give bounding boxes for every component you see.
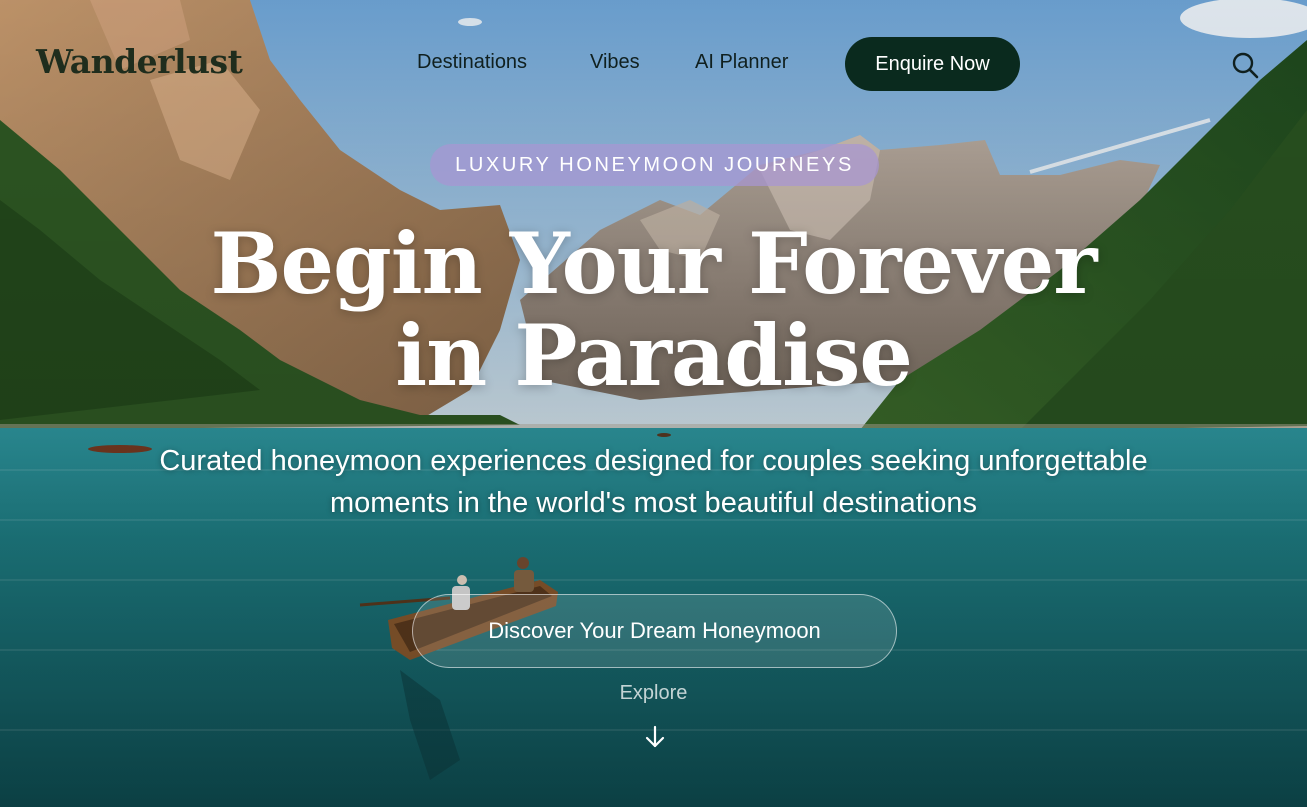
hero-section: Wanderlust Destinations Vibes AI Planner… (0, 0, 1307, 807)
hero-subtitle: Curated honeymoon experiences designed f… (159, 445, 1148, 519)
headline-line-2: in Paradise (395, 306, 913, 405)
search-button[interactable] (1228, 49, 1262, 83)
hero-headline: Begin Your Forever in Paradise (0, 218, 1307, 402)
site-header: Wanderlust Destinations Vibes AI Planner… (0, 0, 1307, 128)
nav-link-vibes[interactable]: Vibes (590, 51, 640, 74)
search-icon (1231, 51, 1259, 82)
main-nav: Destinations Vibes AI Planner Enquire No… (0, 37, 1307, 91)
explore-label[interactable]: Explore (0, 682, 1307, 705)
enquire-now-button[interactable]: Enquire Now (845, 37, 1020, 91)
nav-link-destinations[interactable]: Destinations (417, 51, 527, 74)
headline-line-1: Begin Your Forever (210, 214, 1098, 313)
hero-badge: LUXURY HONEYMOON JOURNEYS (430, 144, 879, 186)
arrow-down-icon[interactable] (643, 724, 667, 750)
nav-link-ai-planner[interactable]: AI Planner (695, 51, 788, 74)
discover-honeymoon-button[interactable]: Discover Your Dream Honeymoon (412, 594, 897, 668)
